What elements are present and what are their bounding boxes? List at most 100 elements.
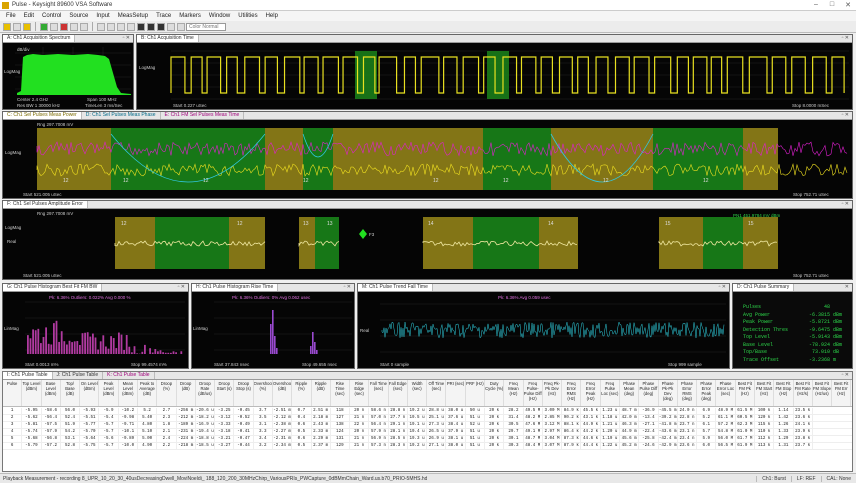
trend-falltime-plot[interactable]: Pk: 6.36% Avg 0.059 usec Real Start 0 sa… [358,292,729,368]
table-column-header[interactable]: Freq Error RMS (Hz) [562,380,582,406]
zoom-icon[interactable] [107,22,115,31]
table-column-header[interactable]: Phase Error Loc (sec) [716,380,736,406]
histogram-risetime-plot[interactable]: Pk: 6.36% Outliers: 0% Avg 0.062 usec Li… [192,292,354,368]
table-row[interactable]: 1 -5.95 -58.6 56.0 -5.93 -5.9 -10.2 5.2 2.7 -256 … [3,408,852,415]
stop-icon[interactable] [60,22,68,31]
menu-input[interactable]: Input [92,13,113,19]
tab-pulse-table-1[interactable]: I: Ch1 Pulse Table [3,372,53,379]
pointer-icon[interactable] [97,22,105,31]
tab-amplitude-error[interactable]: F: Ch1 Sel Pulses Amplitude Error [3,201,88,208]
autoscale-icon[interactable] [177,22,185,31]
minimize-button[interactable]: – [808,1,824,9]
table-row[interactable]: 5 -5.68 -56.8 53.1 -5.64 -5.6 -9.89 5.00 2.4 -224… [3,436,852,443]
tab-pulse-summary[interactable]: D: Ch1 Pulse Summary [733,284,795,291]
table-column-header[interactable]: Base Level (dBm) [42,380,61,406]
table-column-header[interactable]: Pulse [3,380,23,406]
amplitude-error-plot[interactable]: F3 Rng 297.7008 mV PN1 451.9784 mV dBm L… [3,209,852,279]
table-column-header[interactable]: Peak to Average (dB) [138,380,158,406]
table-row[interactable]: 4 -5.74 -57.9 54.2 -5.70 -5.7 -10.1 5.10 2.1 -231… [3,429,852,436]
table-column-header[interactable]: Ripple (%) [292,380,312,406]
table-column-header[interactable]: Overshoot (dB) [273,380,293,406]
tab-histogram-fmbw[interactable]: G: Ch1 Pulse Histogram Best Fit FM BW [3,284,103,291]
table-column-header[interactable]: Phase Error Peak (deg) [697,380,717,406]
layout-1-icon[interactable] [137,22,145,31]
pulse-meas-plot[interactable]: Rng 297.7008 mV LogMag Start 521.005 uSe… [3,120,852,198]
panel-controls[interactable]: ▫ ✕ [175,284,188,291]
table-column-header[interactable]: Mean Level (dBm) [119,380,138,406]
panel-controls[interactable]: ▫ ✕ [341,284,354,291]
table-row[interactable]: 3 -5.81 -57.5 51.9 -5.77 -5.7 -9.71 4.80 1.8 -189… [3,422,852,429]
table-column-header[interactable]: Freq Pulse Loc (sec) [601,380,620,406]
menu-window[interactable]: Window [205,13,234,19]
menu-utilities[interactable]: Utilities [234,13,261,19]
table-column-header[interactable]: Best Fit FM Stop (Hz) [774,380,794,406]
table-column-header[interactable]: Width (sec) [408,380,428,406]
tab-histogram-risetime[interactable]: H: Ch1 Pulse Histogram Rise Time [192,284,279,291]
restart-icon[interactable] [80,22,88,31]
tab-meas-power[interactable]: C: Ch1 Sel Pulses Meas Power [3,112,82,119]
table-column-header[interactable]: PRF (Hz) [466,380,486,406]
table-row[interactable]: 6 -5.79 -57.2 52.8 -5.75 -5.7 -10.0 4.90 2.2 -218… [3,443,852,450]
table-column-header[interactable]: Overshoot (%) [254,380,273,406]
table-column-header[interactable]: Best Fit FM Start (Hz) [755,380,775,406]
play-icon[interactable] [40,22,48,31]
table-column-header[interactable]: Phase Pulse Diff (deg) [639,380,659,406]
tab-acquisition-time[interactable]: B: Ch1 Acquisition Time [137,35,199,42]
recall-icon[interactable] [23,22,31,31]
menu-meassetup[interactable]: MeasSetup [114,13,152,19]
menu-file[interactable]: File [2,13,20,19]
table-row[interactable]: 2 -5.62 -56.4 52.4 -5.51 -5.4 -9.98 5.40 2.3 -212… [3,415,852,422]
table-column-header[interactable]: Droop (%) [157,380,177,406]
panel-controls[interactable]: ▫ ✕ [839,372,852,379]
maximize-button[interactable]: □ [824,1,840,9]
panel-controls[interactable]: ▫ ✕ [120,35,133,42]
table-column-header[interactable]: Fall Time (sec) [369,380,389,406]
panel-controls[interactable]: ▫ ✕ [839,35,852,42]
table-column-header[interactable]: Droop Stop (s) [234,380,254,406]
table-column-header[interactable]: Droop Rate (dB/us) [196,380,216,406]
menu-help[interactable]: Help [262,13,282,19]
table-column-header[interactable]: On Level (dBm) [80,380,100,406]
menu-markers[interactable]: Markers [175,13,205,19]
pause-icon[interactable] [50,22,58,31]
table-column-header[interactable]: Best Fit FM Pk (Hz) [736,380,755,406]
layout-4-icon[interactable] [167,22,175,31]
panel-controls[interactable]: ▫ ✕ [839,201,852,208]
menu-source[interactable]: Source [65,13,92,19]
table-column-header[interactable]: Off Time (sec) [427,380,447,406]
table-column-header[interactable]: Droop Start (s) [215,380,235,406]
table-column-header[interactable]: Rise Edge (sec) [350,380,370,406]
table-column-header[interactable]: Freq Pulse-Pulse Diff (Hz) [524,380,543,406]
layout-2-icon[interactable] [147,22,155,31]
save-icon[interactable] [13,22,21,31]
table-column-header[interactable]: Best Fit FM Err (Hz) [832,380,852,406]
table-column-header[interactable]: Fall Edge (sec) [389,380,408,406]
menu-trace[interactable]: Trace [152,13,175,19]
table-column-header[interactable]: Freq Error Peak (Hz) [581,380,601,406]
table-column-header[interactable]: PRI (sec) [446,380,466,406]
table-column-header[interactable]: Top Level (dBm) [22,380,42,406]
tab-trend-falltime[interactable]: M: Ch1 Pulse Trend Fall Time [358,284,433,291]
layout-3-icon[interactable] [157,22,165,31]
table-column-header[interactable]: Duty Cycle (%) [485,380,505,406]
table-column-header[interactable]: Best Fit FM Slope (Hz/us) [813,380,833,406]
table-column-header[interactable]: Ripple (dB) [312,380,331,406]
table-column-header[interactable]: Freq Pk-Pk Dev (Hz) [543,380,563,406]
spectrum-plot[interactable]: dB/div LogMag Center 2.4 GHz Span 100 MH… [3,43,133,109]
tab-spectrum[interactable]: A: Ch1 Acquisition Spectrum [3,35,76,42]
tab-pulse-table-2[interactable]: J: Ch1 Pulse Table [52,372,104,379]
table-column-header[interactable]: Droop (dB) [177,380,196,406]
open-folder-icon[interactable] [3,22,11,31]
marker-icon[interactable] [127,22,135,31]
close-button[interactable]: ✕ [840,1,856,9]
acquisition-time-plot[interactable]: LogMag Start 0.227 uSec Stop 8.0000 mSec [137,43,852,109]
table-column-header[interactable]: Freq Mean (Hz) [504,380,524,406]
panel-controls[interactable]: ▫ ✕ [716,284,729,291]
table-column-header[interactable]: Top/ Base (dB) [61,380,81,406]
menu-edit[interactable]: Edit [20,13,38,19]
step-icon[interactable] [70,22,78,31]
color-scheme-combo[interactable]: Color Normal [186,22,226,31]
histogram-fmbw-plot[interactable]: Pk: 6.36% Outliers: 0.022% Avg 0.000 % L… [3,292,188,368]
table-column-header[interactable]: Peak Level (dBm) [99,380,119,406]
menu-control[interactable]: Control [38,13,65,19]
